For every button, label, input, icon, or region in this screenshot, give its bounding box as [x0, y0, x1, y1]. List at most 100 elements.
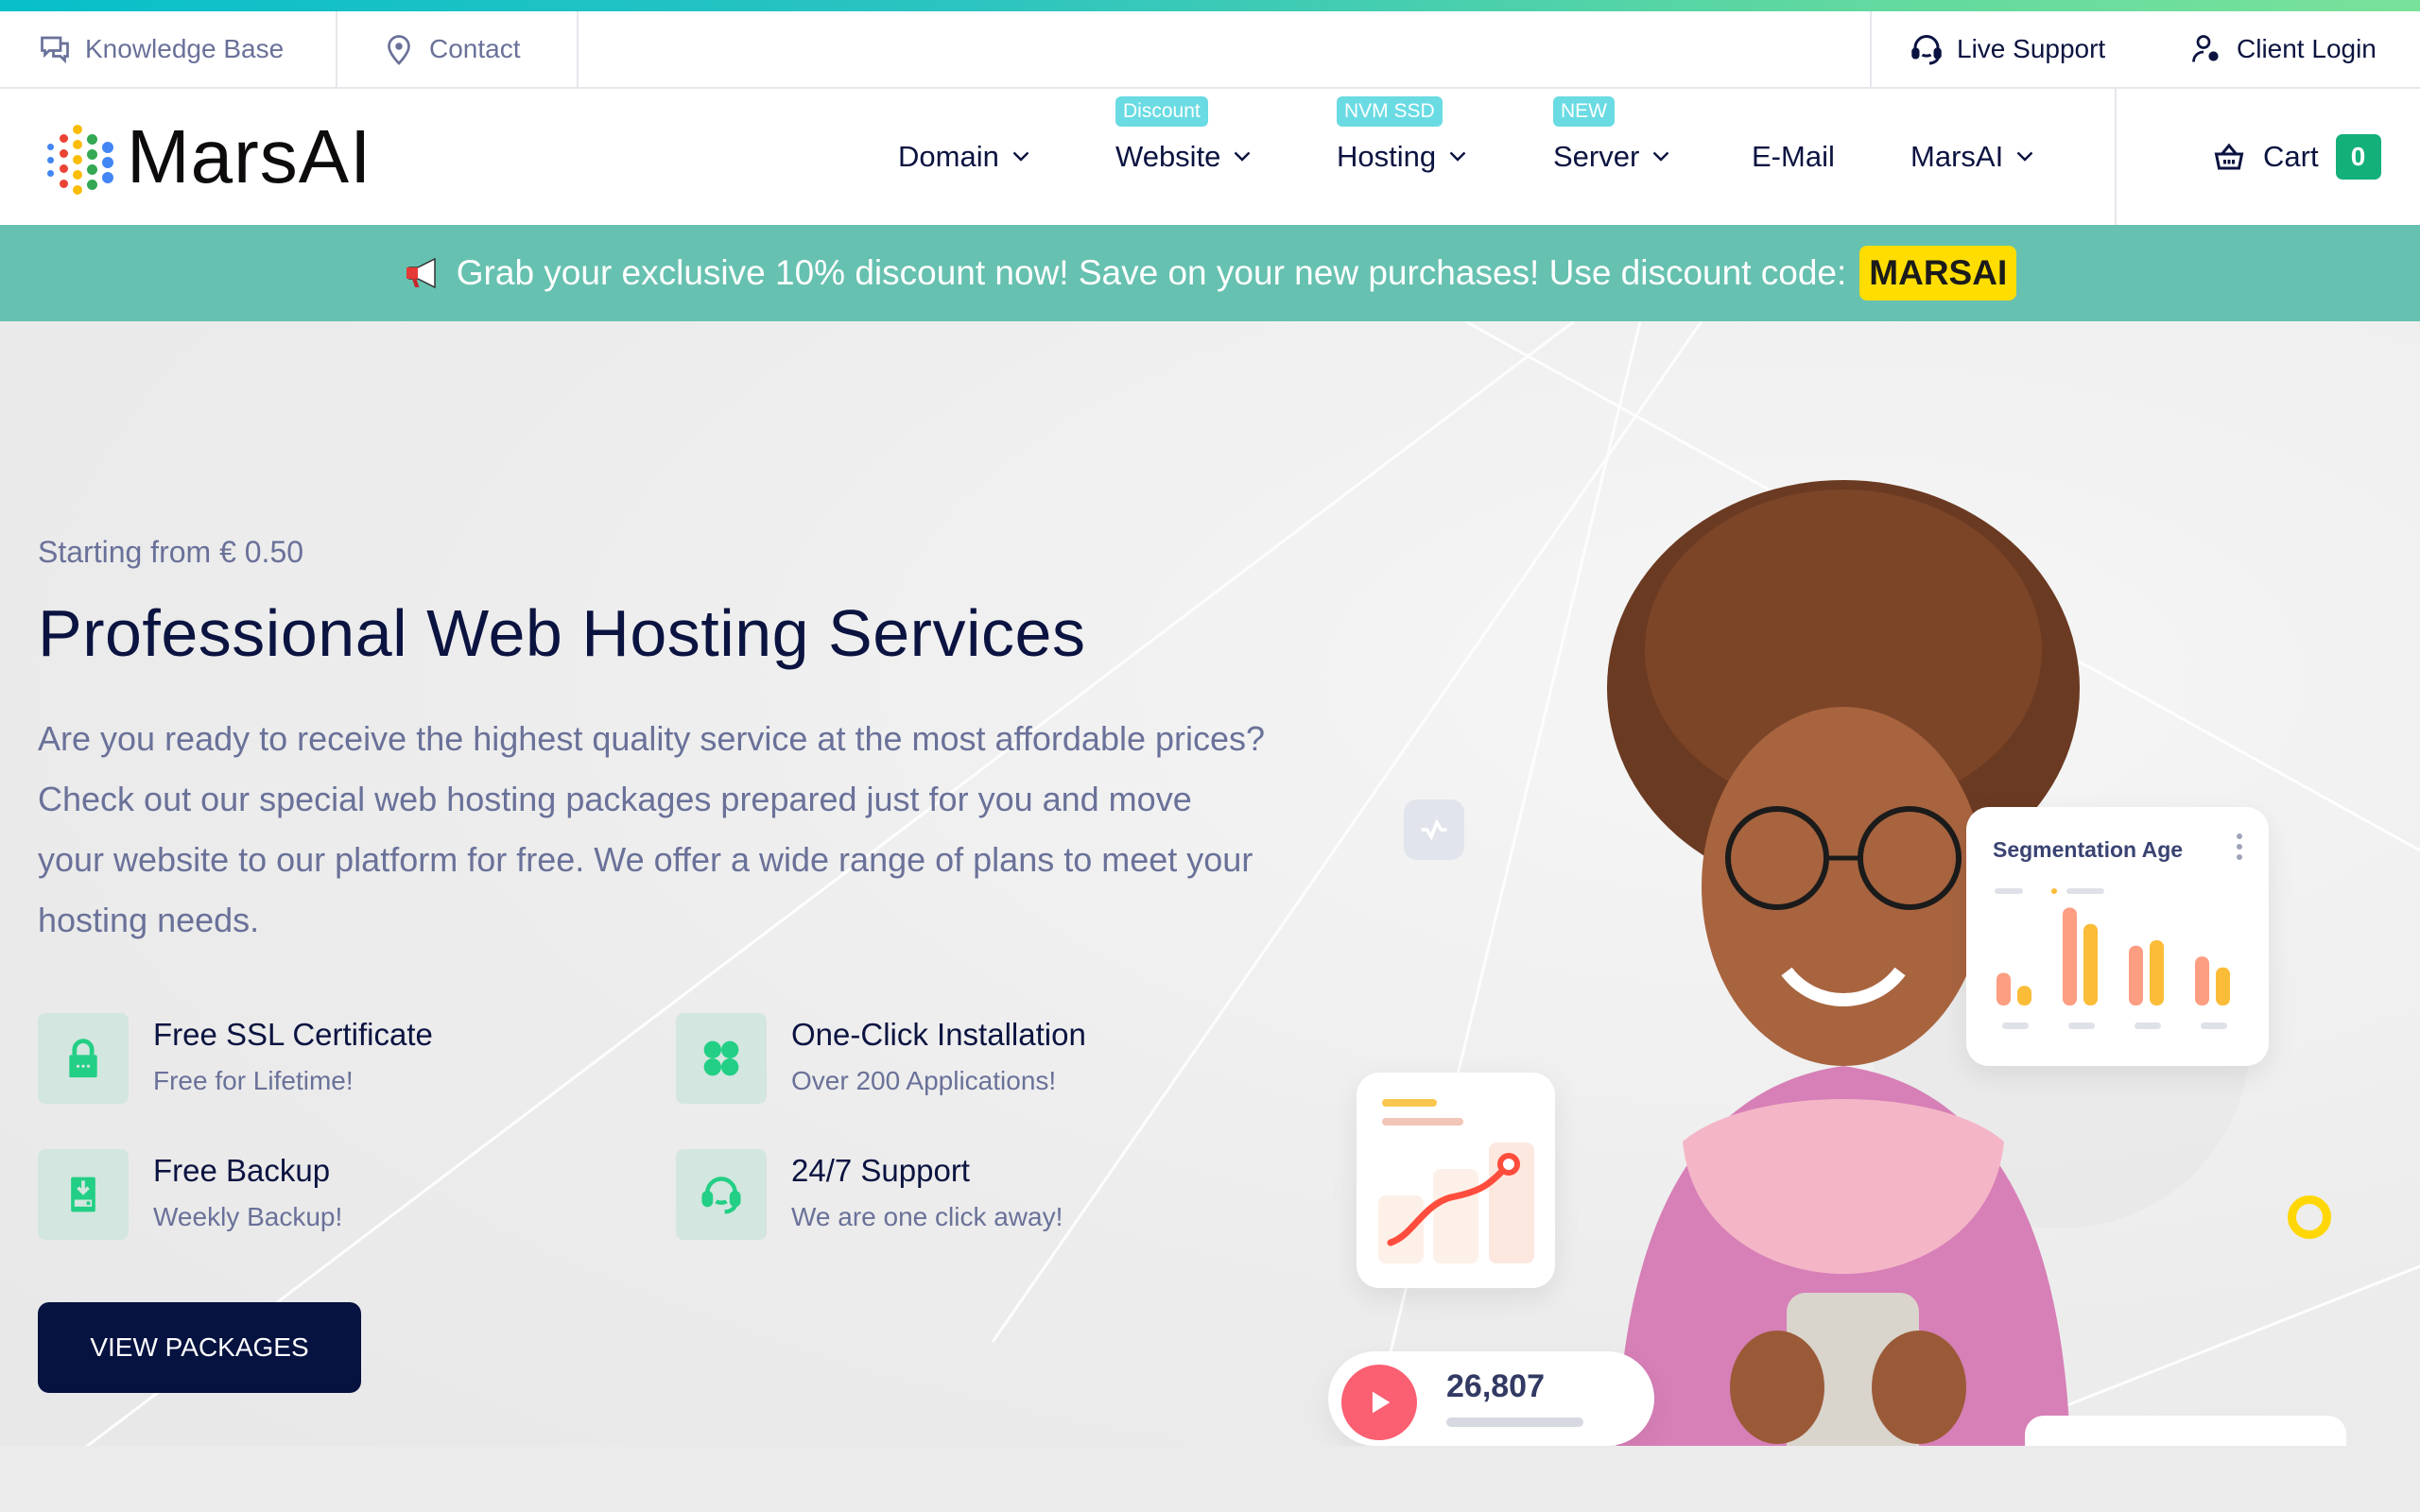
lock-icon: [69, 1039, 97, 1078]
more-options-icon[interactable]: [2237, 833, 2242, 865]
axis-label-placeholder: [2068, 1022, 2095, 1029]
growth-chart-card: [1357, 1073, 1555, 1288]
discount-badge: Discount: [1115, 96, 1208, 127]
nav-website[interactable]: Discount Website: [1115, 89, 1251, 225]
apps-grid-icon: [703, 1040, 739, 1076]
cart-label: Cart: [2263, 140, 2319, 173]
nav-hosting-label: Hosting: [1337, 140, 1437, 173]
feature-support: 24/7 Support We are one click away!: [676, 1149, 1063, 1240]
nav-email[interactable]: E-Mail: [1752, 89, 1835, 225]
backup-download-icon: [71, 1177, 95, 1212]
segmentation-bar-chart: [1995, 888, 2230, 1029]
segmentation-bar: [2063, 907, 2077, 1005]
feature-ssl: Free SSL Certificate Free for Lifetime!: [38, 1013, 433, 1104]
contact-label: Contact: [429, 34, 521, 63]
chat-bubbles-icon: [41, 36, 69, 64]
views-count: 26,807: [1446, 1368, 1545, 1404]
feature-text: We are one click away!: [791, 1202, 1063, 1231]
legend-marker: [2051, 888, 2057, 894]
legend-marker: [2066, 888, 2104, 894]
promo-code: MARSAI: [1859, 246, 2017, 301]
axis-label-placeholder: [2002, 1022, 2029, 1029]
headset-icon: [1911, 35, 1942, 65]
cart-count-badge: 0: [2335, 134, 2381, 180]
divider: [2115, 89, 2117, 225]
divider: [336, 11, 337, 87]
chevron-down-icon: [1012, 151, 1029, 162]
segmentation-bar: [2150, 940, 2164, 1005]
client-login-link[interactable]: Client Login: [2189, 11, 2377, 87]
segmentation-bar: [2195, 956, 2209, 1005]
segmentation-bar: [2083, 923, 2098, 1005]
contact-link[interactable]: Contact: [382, 11, 521, 87]
segmentation-bar: [2129, 945, 2143, 1005]
hero-section: Starting from € 0.50 Professional Web Ho…: [0, 321, 2420, 1512]
headset-icon: [701, 1177, 741, 1214]
hero-description: Are you ready to receive the highest qua…: [38, 719, 1266, 939]
segmentation-age-card: Segmentation Age: [1966, 807, 2269, 1066]
new-badge: NEW: [1553, 96, 1615, 127]
logo-dots-icon: [47, 121, 119, 195]
nav-server[interactable]: NEW Server: [1553, 89, 1669, 225]
promo-banner: Grab your exclusive 10% discount now! Sa…: [0, 225, 2420, 321]
growth-line-chart: [1378, 1099, 1534, 1263]
chevron-down-icon: [1449, 151, 1466, 162]
brand-logo[interactable]: MarsAI: [47, 119, 372, 195]
nvm-ssd-badge: NVM SSD: [1337, 96, 1443, 127]
activity-pulse-icon: [1404, 799, 1464, 860]
feature-title: Free SSL Certificate: [153, 1017, 433, 1052]
nav-domain[interactable]: Domain: [898, 89, 1029, 225]
feature-backup: Free Backup Weekly Backup!: [38, 1149, 342, 1240]
live-support-link[interactable]: Live Support: [1910, 11, 2105, 87]
segmentation-bar: [2017, 986, 2031, 1005]
nav-marsai-label: MarsAI: [1910, 140, 2004, 173]
view-packages-button[interactable]: VIEW PACKAGES: [38, 1302, 361, 1393]
segmentation-bar: [1996, 972, 2011, 1005]
knowledge-base-link[interactable]: Knowledge Base: [38, 11, 284, 87]
live-support-label: Live Support: [1957, 34, 2106, 63]
brand-name: MarsAI: [127, 114, 372, 198]
legend-marker: [1995, 888, 2023, 894]
divider: [577, 11, 579, 87]
chevron-down-icon: [1235, 151, 1251, 162]
shopping-basket-icon: [2214, 143, 2244, 170]
chevron-down-icon: [2016, 151, 2033, 162]
nav-server-label: Server: [1553, 140, 1640, 173]
feature-title: Free Backup: [153, 1153, 331, 1188]
feature-text: Over 200 Applications!: [791, 1066, 1057, 1095]
knowledge-base-label: Knowledge Base: [85, 34, 285, 63]
nav-email-label: E-Mail: [1752, 140, 1835, 173]
main-navigation: MarsAI Domain Discount Website NVM SSD H…: [0, 89, 2420, 225]
decorative-ring: [2288, 1195, 2331, 1239]
views-progress-bar: [1446, 1418, 1583, 1427]
play-icon[interactable]: [1341, 1365, 1417, 1440]
feature-one-click: One-Click Installation Over 200 Applicat…: [676, 1013, 1086, 1104]
feature-title: One-Click Installation: [791, 1017, 1086, 1052]
chevron-down-icon: [1652, 151, 1669, 162]
hero-title: Professional Web Hosting Services: [38, 596, 1086, 670]
user-gear-icon: [2192, 35, 2219, 62]
hero-illustration: Segmentation Age 26,807: [1314, 321, 2420, 1512]
client-login-label: Client Login: [2237, 34, 2377, 63]
feature-title: 24/7 Support: [791, 1153, 970, 1188]
utility-bar: Knowledge Base Contact Live Support Clie…: [0, 11, 2420, 89]
nav-marsai[interactable]: MarsAI: [1910, 89, 2033, 225]
megaphone-icon: [406, 257, 436, 289]
promo-text: Grab your exclusive 10% discount now! Sa…: [456, 253, 1847, 292]
feature-text: Weekly Backup!: [153, 1202, 343, 1231]
segmentation-card-title: Segmentation Age: [1993, 837, 2184, 862]
top-accent-bar: [0, 0, 2420, 11]
divider: [1870, 11, 1872, 87]
hero-bottom-band: [0, 1446, 2420, 1512]
segmentation-bar: [2216, 967, 2230, 1005]
axis-label-placeholder: [2135, 1022, 2161, 1029]
feature-text: Free for Lifetime!: [153, 1066, 354, 1095]
cart-button[interactable]: Cart 0: [2212, 89, 2381, 225]
nav-domain-label: Domain: [898, 140, 999, 173]
nav-website-label: Website: [1115, 140, 1221, 173]
views-counter-pill: 26,807: [1328, 1351, 1654, 1446]
nav-hosting[interactable]: NVM SSD Hosting: [1337, 89, 1466, 225]
hero-subtitle: Starting from € 0.50: [38, 535, 304, 569]
map-pin-icon: [388, 35, 410, 65]
axis-label-placeholder: [2201, 1022, 2227, 1029]
